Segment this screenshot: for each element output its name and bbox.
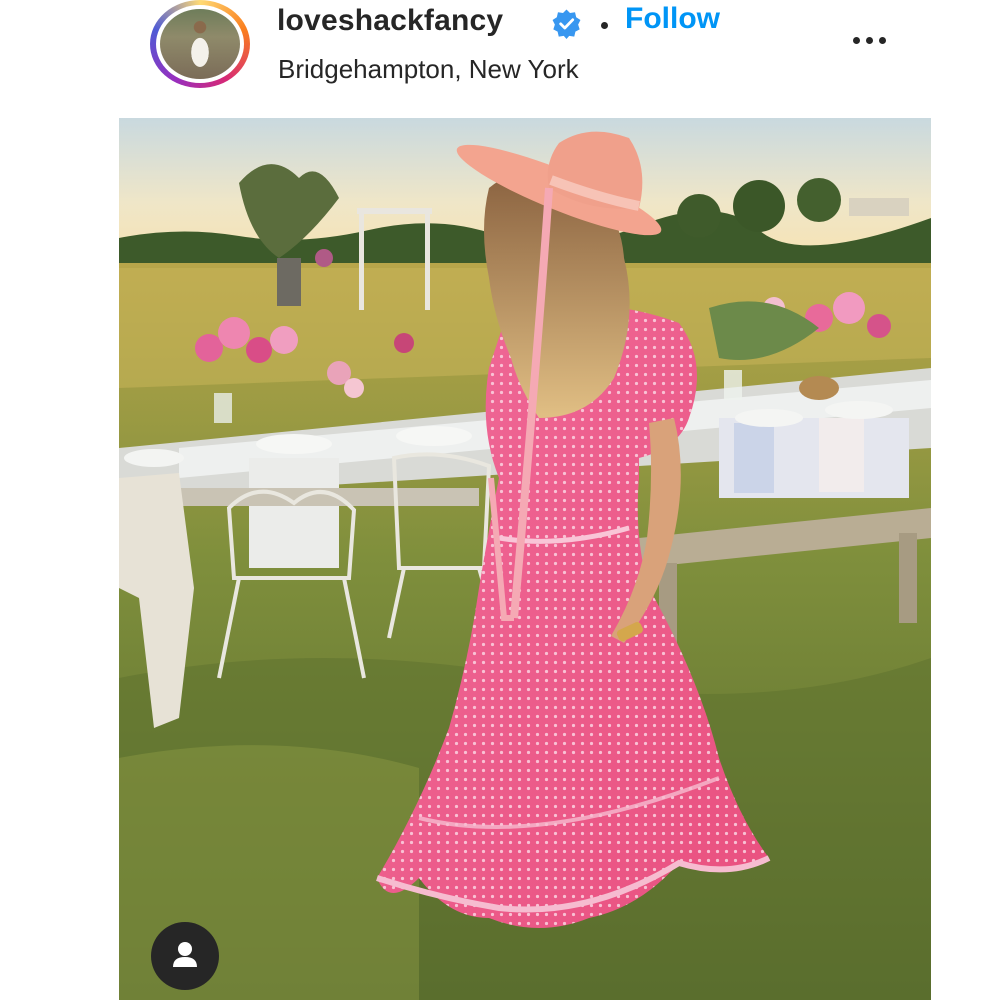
follow-button[interactable]: Follow [625,2,720,36]
user-tag-icon[interactable] [151,922,219,990]
separator-dot [601,22,608,29]
post-photo-art [119,118,931,1000]
more-options-icon[interactable] [848,28,892,54]
location-link[interactable]: Bridgehampton, New York [278,54,579,85]
post-photo[interactable] [119,118,931,1000]
profile-avatar[interactable] [150,0,250,88]
username[interactable]: loveshackfancy [277,4,503,38]
avatar-photo [160,9,240,79]
post-header: loveshackfancy Follow Bridgehampton, New… [0,0,1000,118]
verified-badge-icon [552,9,581,39]
